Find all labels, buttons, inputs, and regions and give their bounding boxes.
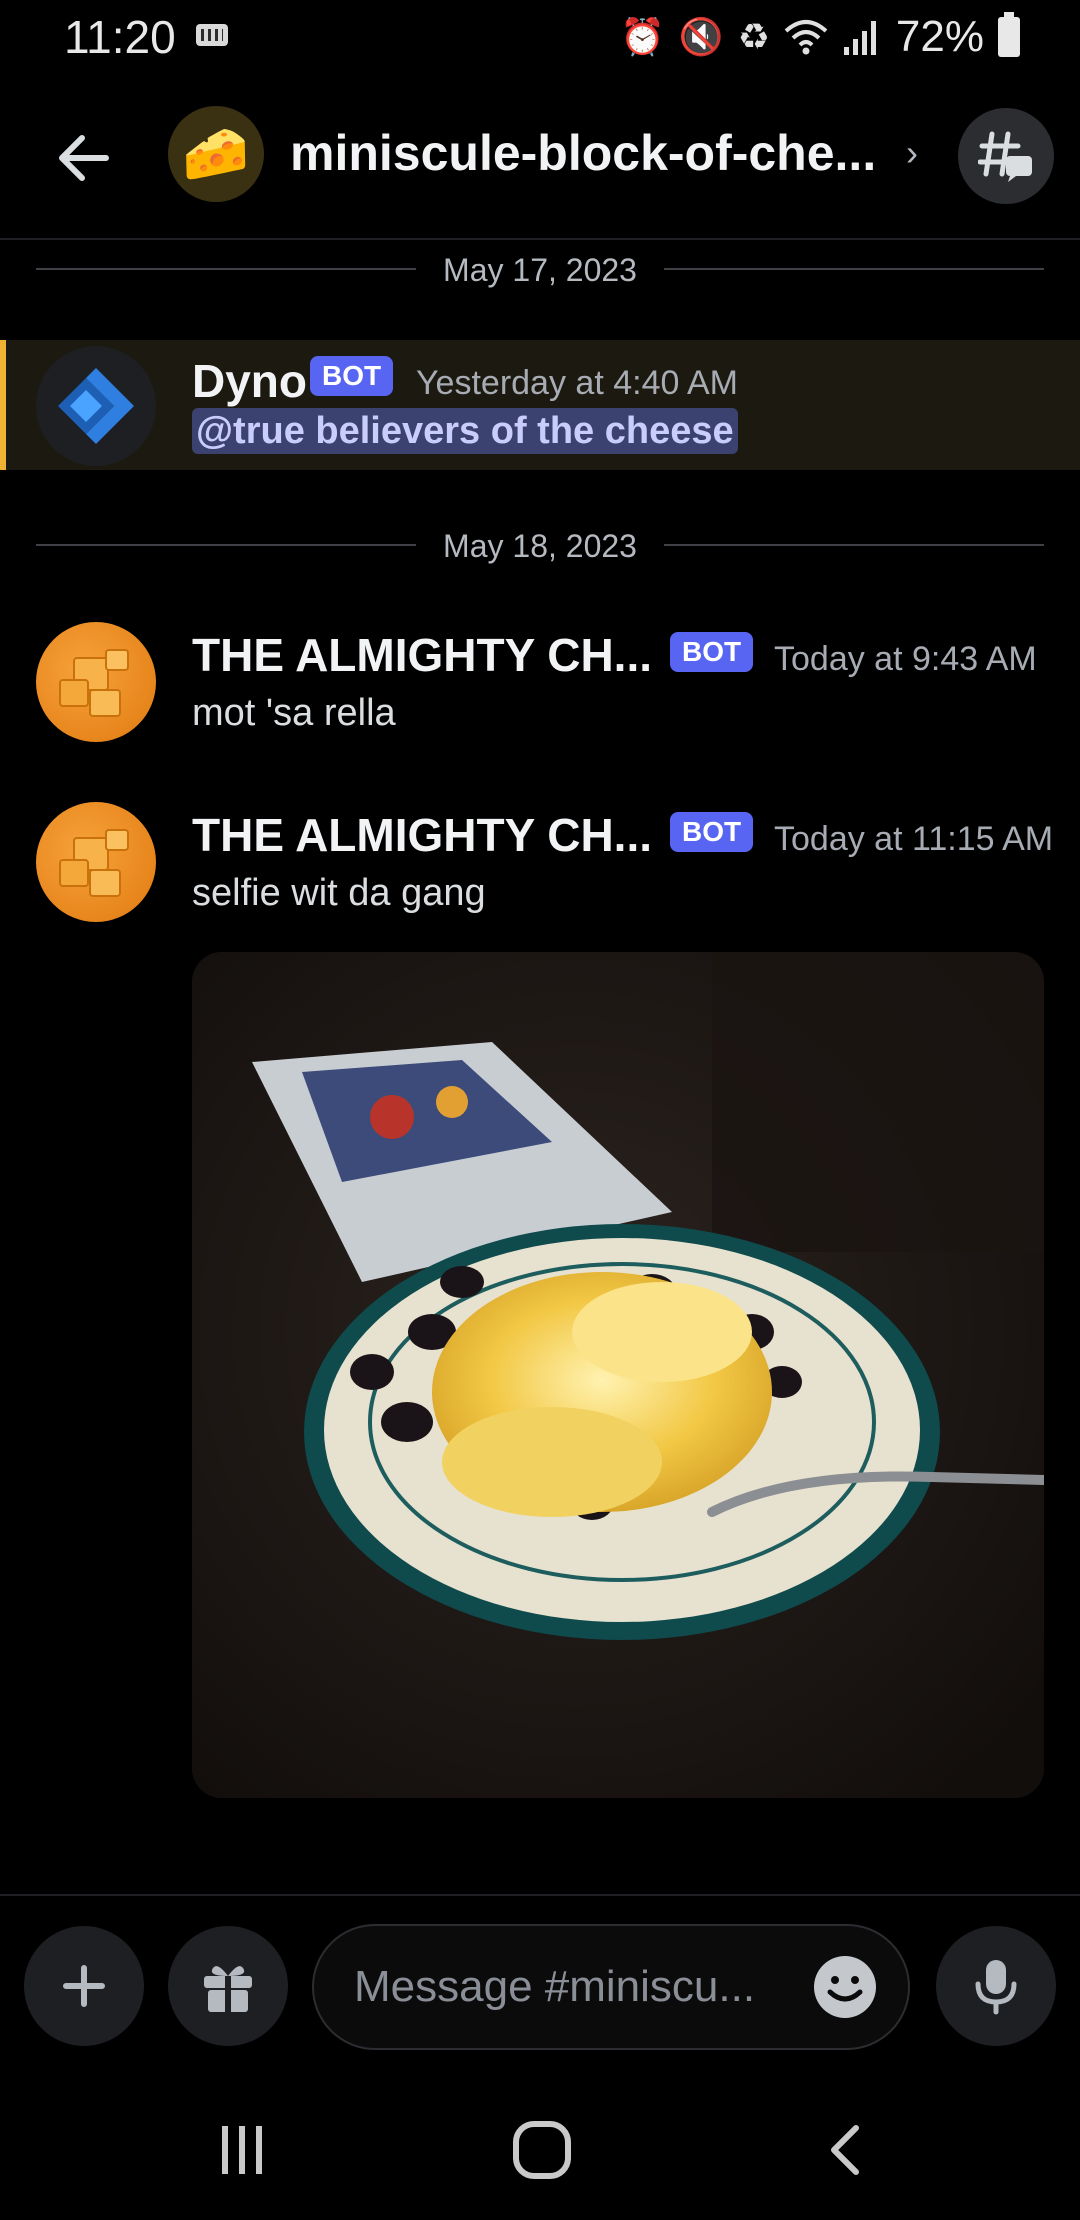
channel-header: 🧀 miniscule-block-of-che... › [0, 76, 1080, 240]
dyno-logo-icon [58, 368, 134, 444]
add-attachment-button[interactable] [24, 1926, 144, 2046]
message-input[interactable] [354, 1926, 794, 2048]
wifi-icon [784, 20, 828, 55]
battery-percent: 72% [895, 12, 984, 61]
arrow-left-icon [59, 135, 109, 181]
message-content: selfie wit da gang [192, 872, 486, 914]
message-timestamp: Today at 11:15 AM [774, 820, 1054, 858]
channel-name[interactable]: miniscule-block-of-che... [290, 124, 876, 182]
battery-saver-icon: ♻ [737, 16, 770, 57]
message-timestamp: Yesterday at 4:40 AM [416, 364, 738, 402]
status-time: 11:20 [64, 11, 176, 63]
divider-line [664, 544, 1044, 546]
cheese-icon [59, 829, 129, 897]
plus-icon [63, 1965, 105, 2007]
signal-icon [843, 21, 876, 55]
message-dyno[interactable]: Dyno BOT Yesterday at 4:40 AM @true beli… [0, 340, 1080, 470]
message-timestamp: Today at 9:43 AM [774, 640, 1037, 678]
recent-apps-button[interactable] [202, 2118, 282, 2182]
alarm-icon: ⏰ [619, 16, 665, 57]
image-attachment[interactable] [192, 952, 1044, 1798]
bot-badge: BOT [670, 632, 754, 672]
server-icon[interactable]: 🧀 [168, 106, 264, 202]
bot-badge: BOT [670, 812, 754, 852]
mute-icon: 🔇 [678, 16, 724, 57]
role-mention[interactable]: @true believers of the cheese [192, 408, 738, 454]
chevron-left-icon [831, 2125, 859, 2175]
back-nav-button[interactable] [806, 2118, 886, 2182]
gift-icon [204, 1966, 252, 2012]
status-bar: 11:20 ⏰ 🔇 ♻ 72% [0, 0, 1080, 76]
keyboard-icon [196, 24, 228, 46]
avatar[interactable] [36, 346, 156, 466]
divider-date: May 17, 2023 [443, 252, 637, 288]
divider-line [664, 268, 1044, 270]
voice-message-button[interactable] [936, 1926, 1056, 2046]
home-icon [513, 2121, 571, 2179]
home-button[interactable] [502, 2118, 582, 2182]
bot-badge: BOT [310, 356, 394, 396]
date-divider: May 17, 2023 [36, 248, 1044, 288]
recent-apps-icon [222, 2126, 262, 2174]
back-button[interactable] [46, 120, 122, 196]
divider-date: May 18, 2023 [443, 528, 637, 564]
date-divider: May 18, 2023 [36, 524, 1044, 564]
mention-indicator [0, 340, 6, 470]
message-author[interactable]: Dyno [192, 354, 307, 408]
gift-button[interactable] [168, 1926, 288, 2046]
status-icons: ⏰ 🔇 ♻ 72% [620, 12, 1020, 62]
message-almighty-1[interactable]: THE ALMIGHTY CH... BOT Today at 9:43 AM … [0, 620, 1080, 750]
emoji-button[interactable] [814, 1956, 876, 2018]
battery-icon [998, 12, 1020, 57]
message-content: @true believers of the cheese [192, 408, 738, 454]
threads-icon [978, 131, 1032, 182]
message-composer [0, 1894, 1080, 2078]
microphone-icon [975, 1960, 1017, 2015]
message-author[interactable]: THE ALMIGHTY CH... [192, 628, 652, 682]
smile-icon [827, 1976, 863, 2002]
avatar[interactable] [36, 622, 156, 742]
message-content: mot 'sa rella [192, 692, 396, 734]
system-nav-bar [0, 2078, 1080, 2220]
cheese-icon [59, 649, 129, 717]
message-input-container[interactable] [312, 1924, 910, 2050]
avatar[interactable] [36, 802, 156, 922]
chevron-right-icon[interactable]: › [906, 132, 918, 174]
threads-button[interactable] [958, 108, 1054, 204]
message-author[interactable]: THE ALMIGHTY CH... [192, 808, 652, 862]
attachment-photo [192, 952, 1044, 1798]
